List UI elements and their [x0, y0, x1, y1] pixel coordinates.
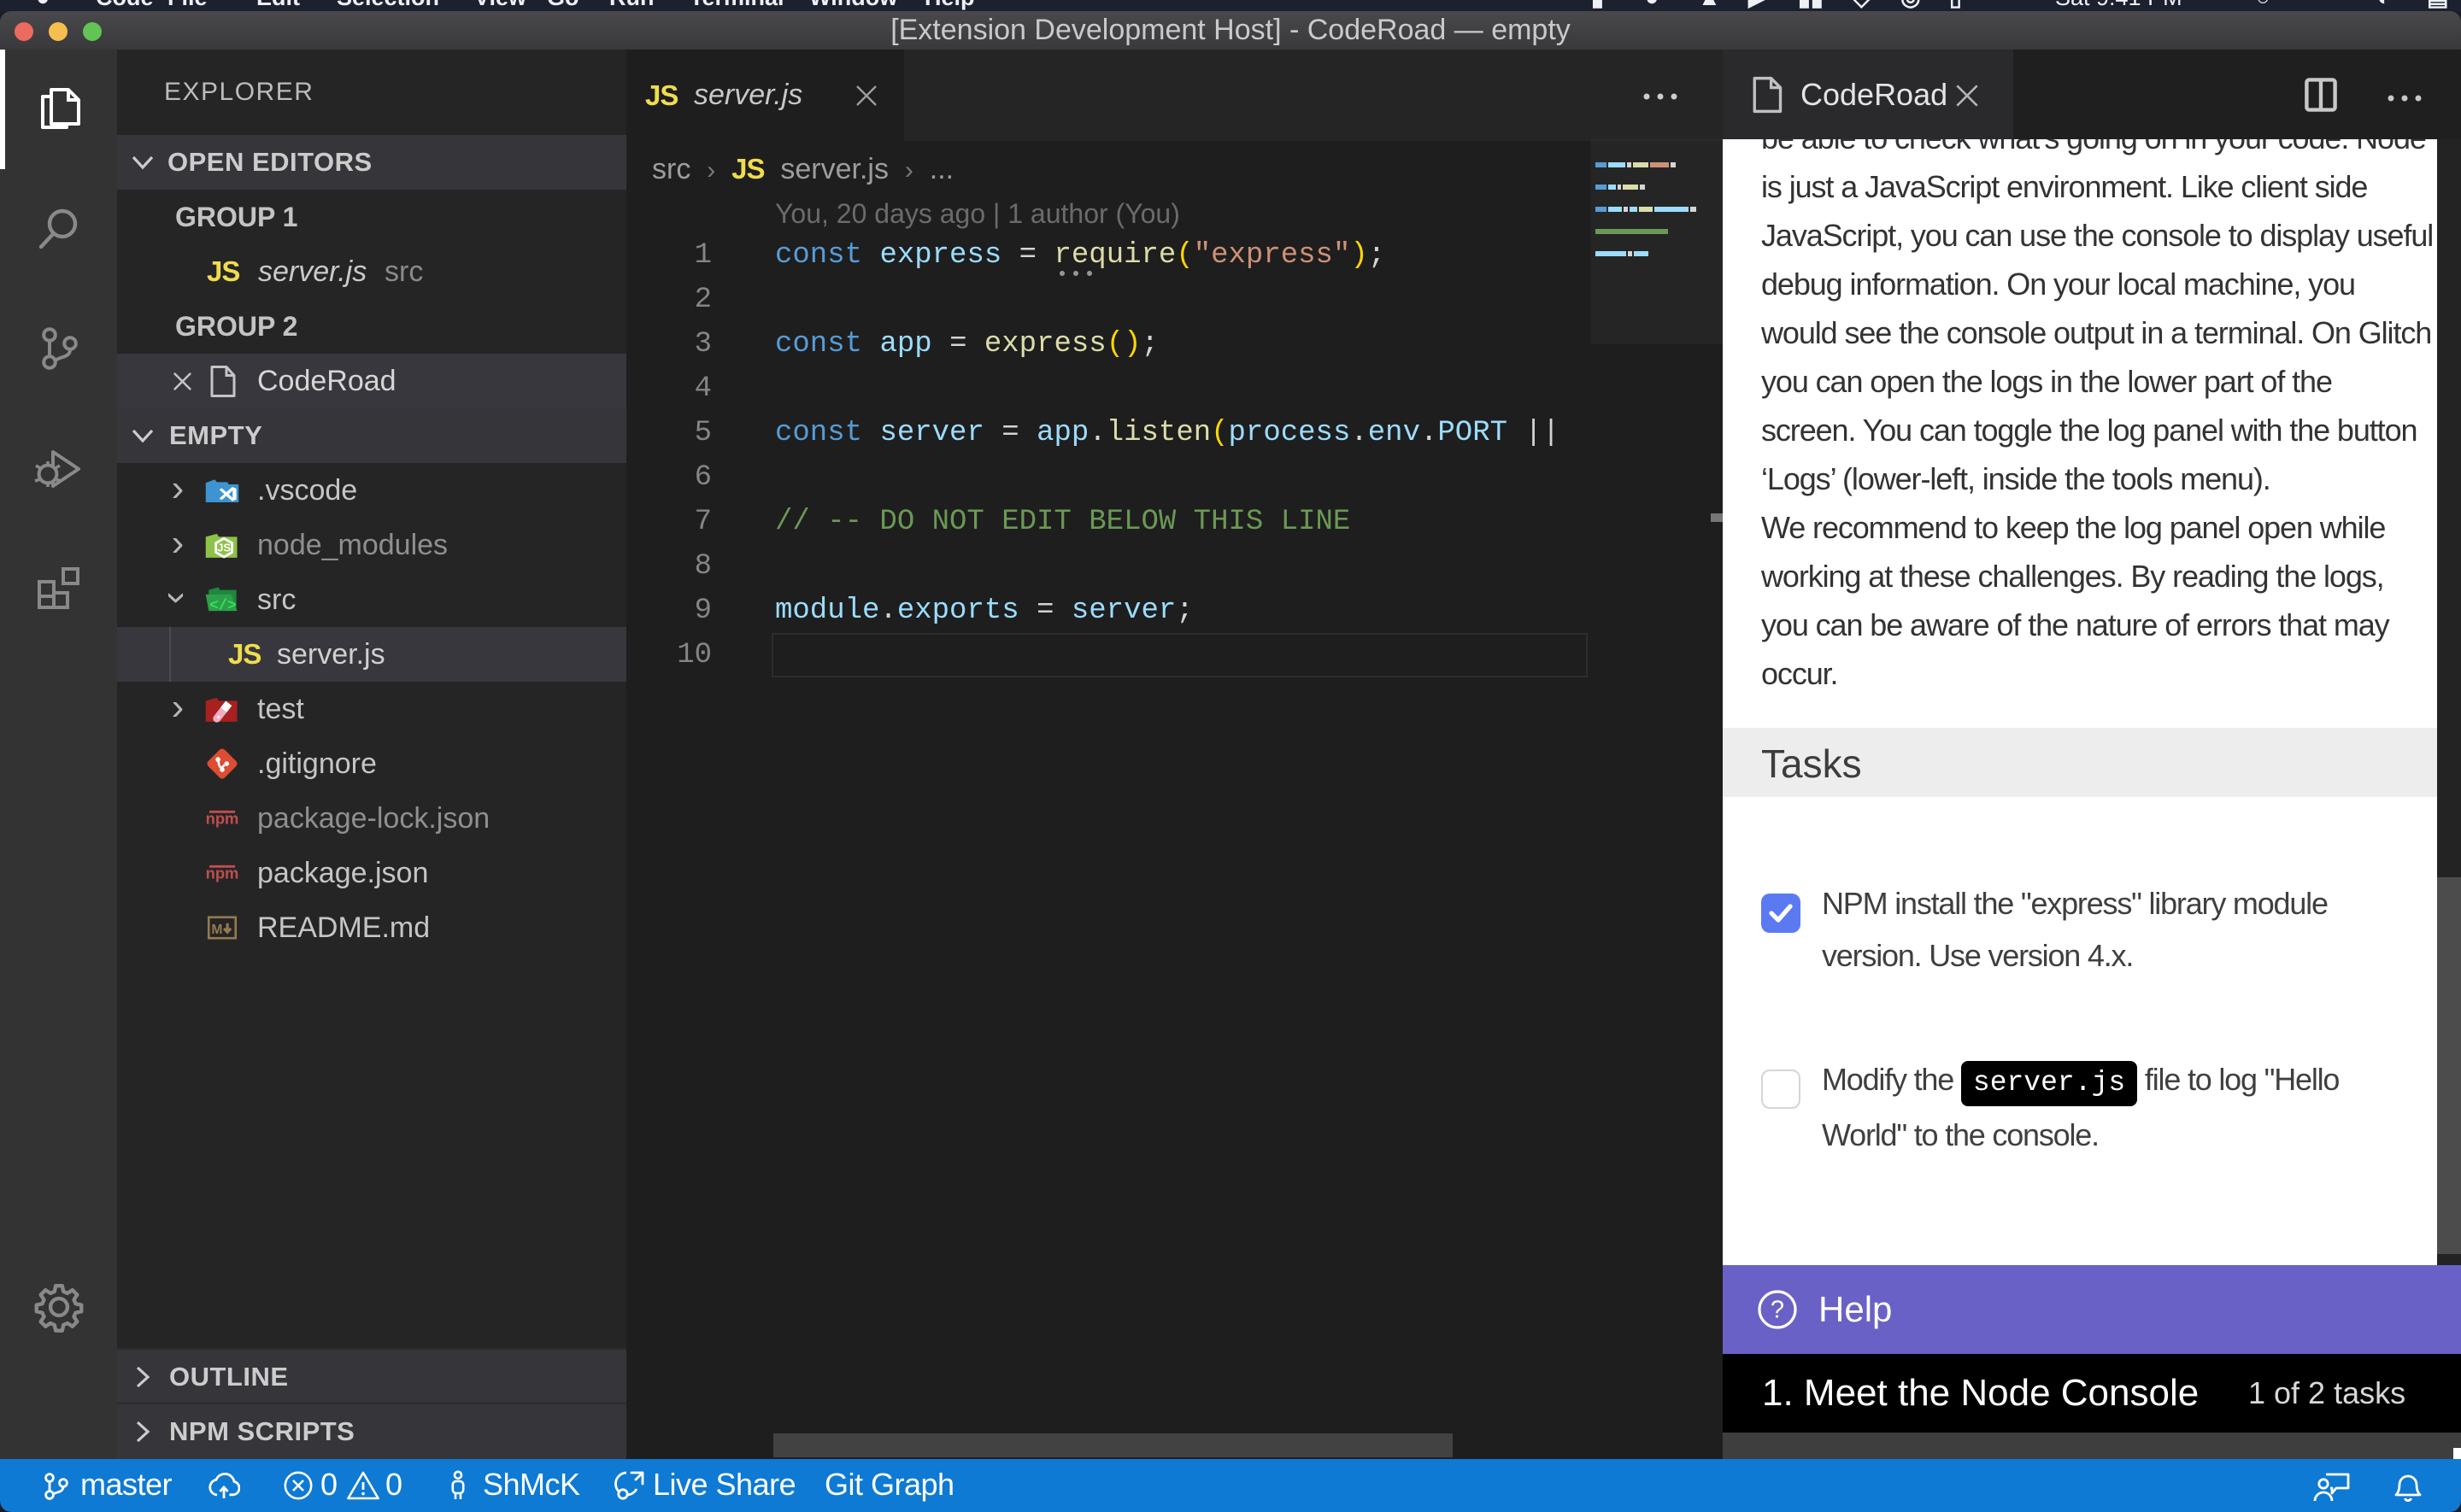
svg-text:</>: </> — [209, 597, 237, 614]
svg-text:M: M — [211, 923, 222, 937]
svg-text:JS: JS — [217, 542, 231, 554]
svg-text:?: ? — [1771, 1297, 1784, 1324]
